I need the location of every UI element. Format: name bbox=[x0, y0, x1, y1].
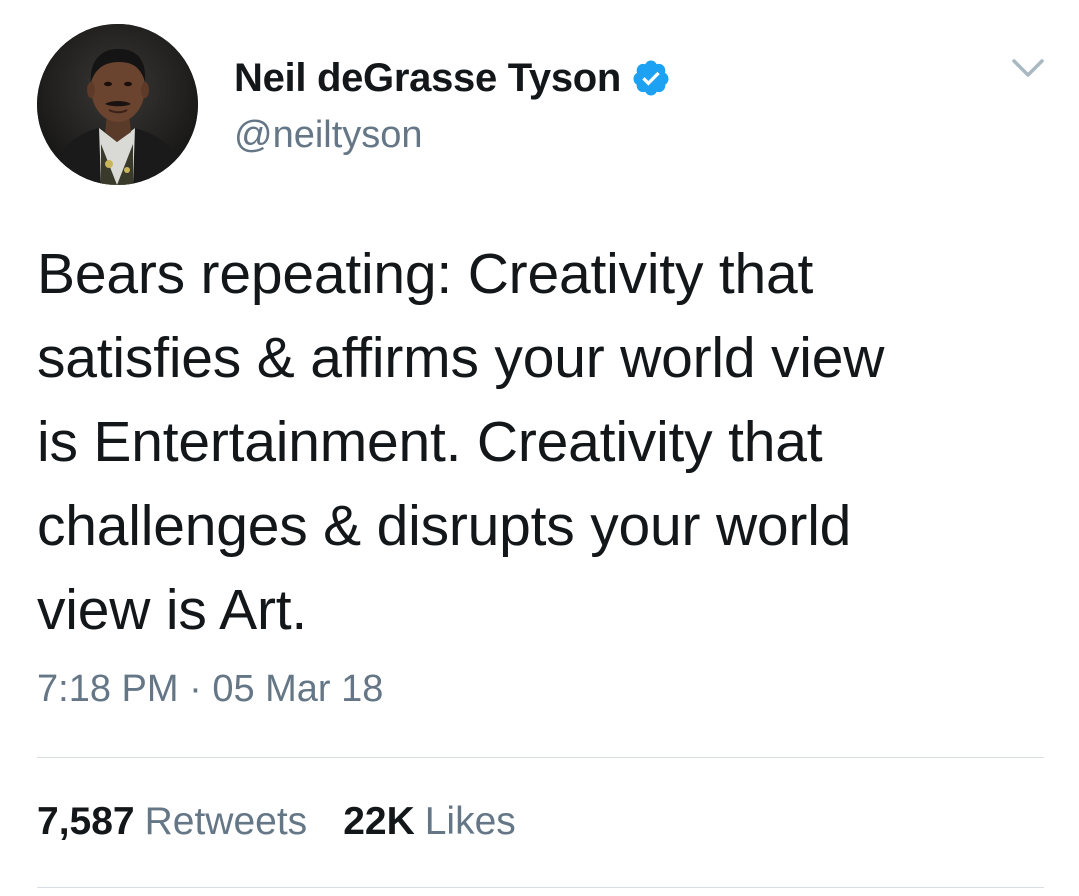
tweet-stats: 7,587 Retweets 22K Likes bbox=[37, 800, 516, 844]
tweet-timestamp[interactable]: 7:18 PM · 05 Mar 18 bbox=[37, 668, 383, 711]
verified-badge-icon bbox=[633, 60, 669, 96]
tweet-text-line: challenges & disrupts your world bbox=[37, 494, 852, 558]
likes-count: 22K bbox=[343, 800, 415, 843]
user-handle[interactable]: @neiltyson bbox=[234, 114, 423, 157]
profile-photo bbox=[37, 24, 198, 185]
likes-stat[interactable]: 22K Likes bbox=[343, 800, 516, 844]
tweet-text-line: satisfies & affirms your world view bbox=[37, 326, 885, 390]
meta-separator: · bbox=[189, 668, 202, 710]
tweet-text-line: view is Art. bbox=[37, 578, 307, 642]
chevron-down-icon[interactable] bbox=[1010, 56, 1046, 80]
tweet-text-line: Bears repeating: Creativity that bbox=[37, 242, 814, 306]
tweet-text-line: is Entertainment. Creativity that bbox=[37, 410, 823, 474]
author-name-row[interactable]: Neil deGrasse Tyson bbox=[234, 53, 671, 103]
tweet-text: Bears repeating: Creativity that satisfi… bbox=[37, 232, 1047, 652]
tweet-card: Neil deGrasse Tyson @neiltyson Bears rep… bbox=[0, 0, 1079, 896]
divider bbox=[37, 887, 1044, 888]
retweets-count: 7,587 bbox=[37, 800, 135, 843]
tweet-date: 05 Mar 18 bbox=[212, 668, 384, 710]
display-name[interactable]: Neil deGrasse Tyson bbox=[234, 56, 621, 101]
tweet-time: 7:18 PM bbox=[37, 668, 179, 710]
retweets-stat[interactable]: 7,587 Retweets bbox=[37, 800, 307, 844]
avatar[interactable] bbox=[37, 24, 198, 185]
divider bbox=[37, 757, 1044, 758]
likes-label: Likes bbox=[424, 800, 516, 843]
retweets-label: Retweets bbox=[144, 800, 308, 843]
